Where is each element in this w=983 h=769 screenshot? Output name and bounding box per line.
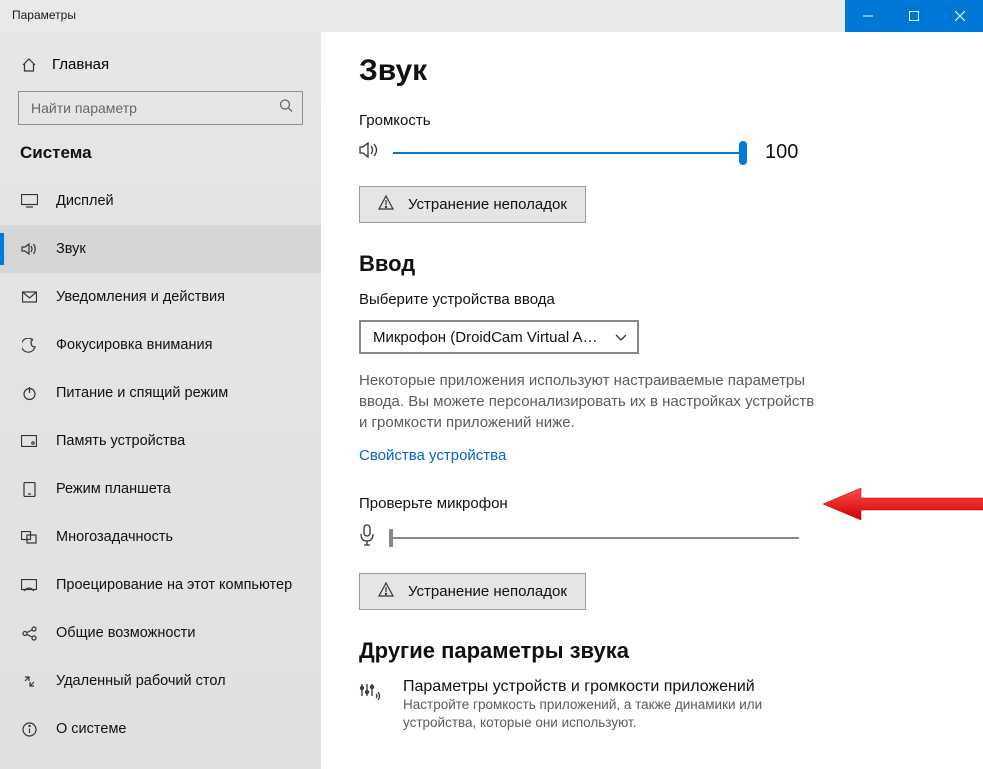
page-title: Звук (359, 54, 945, 88)
sidebar-nav: Дисплей Звук Уведомления и действия Фоку… (0, 177, 321, 753)
volume-value: 100 (765, 141, 798, 164)
sidebar-item-shared[interactable]: Общие возможности (0, 609, 321, 657)
sidebar-item-label: Фокусировка внимания (56, 337, 212, 353)
sidebar-item-storage[interactable]: Память устройства (0, 417, 321, 465)
mic-level-row (359, 524, 945, 551)
app-volume-title: Параметры устройств и громкости приложен… (403, 678, 823, 696)
close-button[interactable] (937, 0, 983, 32)
sidebar-item-label: О системе (56, 721, 126, 737)
multitask-icon (20, 531, 38, 544)
troubleshoot-input-button[interactable]: Устранение неполадок (359, 573, 586, 610)
sidebar-item-label: Уведомления и действия (56, 289, 225, 305)
chevron-down-icon (615, 329, 627, 346)
other-section-header: Другие параметры звука (359, 638, 945, 664)
slider-thumb[interactable] (739, 141, 747, 165)
window-title: Параметры (0, 0, 88, 32)
notifications-icon (20, 290, 38, 305)
window-controls (845, 0, 983, 32)
sidebar-item-label: Режим планшета (56, 481, 171, 497)
volume-slider[interactable] (393, 152, 743, 154)
warning-icon (378, 582, 394, 601)
sidebar-item-power[interactable]: Питание и спящий режим (0, 369, 321, 417)
sidebar-item-about[interactable]: О системе (0, 705, 321, 753)
projecting-icon (20, 579, 38, 592)
sidebar-item-label: Общие возможности (56, 625, 195, 641)
sidebar-item-label: Питание и спящий режим (56, 385, 228, 401)
shared-icon (20, 626, 38, 641)
app-volume-sub: Настройте громкость приложений, а также … (403, 696, 823, 732)
sidebar-item-display[interactable]: Дисплей (0, 177, 321, 225)
warning-icon (378, 195, 394, 214)
sound-icon (20, 242, 38, 256)
storage-icon (20, 435, 38, 447)
minimize-button[interactable] (845, 0, 891, 32)
device-properties-link[interactable]: Свойства устройства (359, 447, 506, 464)
microphone-icon (359, 524, 375, 551)
sidebar-item-label: Звук (56, 241, 86, 257)
focus-icon (20, 338, 38, 353)
sidebar-item-focus[interactable]: Фокусировка внимания (0, 321, 321, 369)
titlebar: Параметры (0, 0, 983, 32)
speaker-icon[interactable] (359, 141, 379, 164)
home-icon (20, 57, 38, 73)
search-input[interactable] (18, 91, 303, 125)
tablet-icon (20, 482, 38, 497)
sidebar-item-label: Память устройства (56, 433, 185, 449)
input-description: Некоторые приложения используют настраив… (359, 370, 819, 433)
volume-label: Громкость (359, 112, 945, 129)
input-section-header: Ввод (359, 251, 945, 277)
sidebar-item-remote[interactable]: Удаленный рабочий стол (0, 657, 321, 705)
select-value: Микрофон (DroidCam Virtual Au... (373, 329, 603, 346)
sidebar-item-notifications[interactable]: Уведомления и действия (0, 273, 321, 321)
sidebar-item-label: Проецирование на этот компьютер (56, 577, 292, 593)
troubleshoot-output-button[interactable]: Устранение неполадок (359, 186, 586, 223)
sidebar-item-label: Дисплей (56, 193, 114, 209)
maximize-button[interactable] (891, 0, 937, 32)
sidebar-item-sound[interactable]: Звук (0, 225, 321, 273)
sidebar-item-multitask[interactable]: Многозадачность (0, 513, 321, 561)
search-box[interactable] (18, 91, 303, 125)
sidebar-home[interactable]: Главная (0, 44, 321, 91)
button-label: Устранение неполадок (408, 583, 567, 600)
input-device-select[interactable]: Микрофон (DroidCam Virtual Au... (359, 320, 639, 354)
power-icon (20, 386, 38, 401)
sidebar-section-header: Система (0, 143, 321, 177)
sidebar-item-tablet[interactable]: Режим планшета (0, 465, 321, 513)
mic-level-meter (389, 537, 799, 539)
sidebar-home-label: Главная (52, 56, 109, 73)
volume-slider-row: 100 (359, 141, 945, 164)
remote-icon (20, 674, 38, 689)
content-pane[interactable]: Звук Громкость 100 Устранение неполадок … (321, 32, 983, 769)
sidebar-item-label: Многозадачность (56, 529, 173, 545)
about-icon (20, 722, 38, 737)
annotation-arrow (821, 486, 983, 527)
choose-input-label: Выберите устройства ввода (359, 291, 945, 308)
sidebar-item-label: Удаленный рабочий стол (56, 673, 226, 689)
app-volume-settings[interactable]: Параметры устройств и громкости приложен… (359, 678, 945, 732)
search-icon (279, 99, 293, 118)
mixer-icon (359, 678, 383, 707)
button-label: Устранение неполадок (408, 196, 567, 213)
display-icon (20, 194, 38, 208)
sidebar-item-projecting[interactable]: Проецирование на этот компьютер (0, 561, 321, 609)
sidebar: Главная Система Дисплей Звук Уведомлен (0, 32, 321, 769)
